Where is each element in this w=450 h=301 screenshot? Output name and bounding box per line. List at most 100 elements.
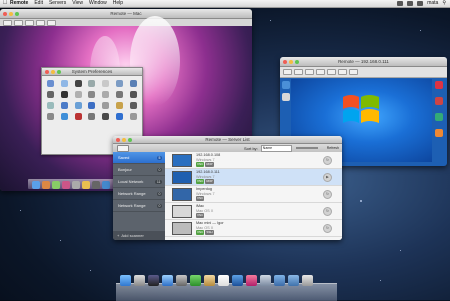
wifi-icon[interactable] — [397, 1, 404, 6]
zoom-slider[interactable] — [295, 147, 318, 149]
toolbar-button[interactable] — [316, 69, 325, 75]
connect-icon[interactable]: ↻ — [323, 156, 332, 165]
app-icon[interactable] — [42, 181, 50, 189]
menu-edit[interactable]: Edit — [34, 0, 43, 7]
parental-icon[interactable] — [47, 113, 55, 120]
app-icon[interactable] — [92, 181, 100, 189]
universal-access-icon[interactable] — [115, 113, 123, 120]
itunes-icon[interactable] — [246, 275, 257, 286]
menu-window[interactable]: Window — [89, 0, 107, 7]
toolbar-button[interactable] — [36, 19, 45, 26]
print-icon[interactable] — [129, 91, 137, 98]
desktop-shortcut-icon[interactable] — [435, 97, 443, 105]
mouse-icon[interactable] — [102, 91, 110, 98]
finder-icon[interactable] — [32, 181, 40, 189]
menu-help[interactable]: Help — [113, 0, 123, 7]
toolbar-button[interactable] — [3, 19, 12, 26]
connect-icon[interactable]: ↻ — [323, 207, 332, 216]
cds-icon[interactable] — [47, 91, 55, 98]
server-row[interactable]: 192.168.0.108 Windows 7 VNC RDP ↻ — [165, 152, 342, 169]
battery-icon[interactable] — [417, 1, 424, 6]
toolbar-button[interactable] — [349, 69, 358, 75]
toolbar-button[interactable] — [327, 69, 336, 75]
trash-icon[interactable] — [302, 275, 313, 286]
datetime-icon[interactable] — [129, 102, 137, 109]
trackpad-icon[interactable] — [115, 91, 123, 98]
displays-icon[interactable] — [61, 91, 69, 98]
connect-icon[interactable]: ↻ — [323, 190, 332, 199]
server-row[interactable]: Mac mini — Igor Mac OS X VNC SSH ↻ — [165, 220, 342, 237]
w7-titlebar[interactable]: Remote — 192.168.0.111 — [280, 57, 447, 67]
menu-view[interactable]: View — [72, 0, 83, 7]
toolbar-button[interactable] — [294, 69, 303, 75]
energy-icon[interactable] — [74, 91, 82, 98]
server-row[interactable]: 192.168.0.111 Windows 7 VNC RDP ▶ — [165, 169, 342, 186]
connect-icon[interactable]: ↻ — [323, 224, 332, 233]
desktop-shortcut-icon[interactable] — [282, 81, 290, 89]
toolbar-button[interactable] — [338, 69, 347, 75]
server-list-titlebar[interactable]: Remote — Server List — [113, 136, 342, 144]
server-row[interactable]: Imperdog Windows 7 VNC ↻ — [165, 186, 342, 203]
mobileme-icon[interactable] — [61, 102, 69, 109]
toolbar-button[interactable] — [305, 69, 314, 75]
mac-window-titlebar[interactable]: Remote — Mac — [0, 9, 252, 19]
sidebar-item-network-range[interactable]: Network Range 0 — [113, 200, 165, 212]
spotlight-icon[interactable]: ⚲ — [442, 0, 446, 7]
toolbar-button[interactable] — [14, 19, 23, 26]
remote-app-icon[interactable] — [232, 275, 243, 286]
language-icon[interactable] — [102, 80, 110, 87]
mail-icon[interactable] — [176, 275, 187, 286]
sidebar-item-saved[interactable]: Saved 5 — [113, 152, 165, 164]
app-icon[interactable] — [72, 181, 80, 189]
launchpad-icon[interactable] — [134, 275, 145, 286]
folder-icon[interactable] — [288, 275, 299, 286]
toolbar-button[interactable] — [47, 19, 56, 26]
app-icon[interactable] — [82, 181, 90, 189]
software-update-icon[interactable] — [61, 113, 69, 120]
folder-icon[interactable] — [274, 275, 285, 286]
mission-control-icon[interactable] — [148, 275, 159, 286]
spotlight-pref-icon[interactable] — [129, 80, 137, 87]
desktop-shortcut-icon[interactable] — [282, 93, 290, 101]
user-name[interactable]: mata — [427, 0, 438, 7]
desktop-shortcut-icon[interactable] — [435, 129, 443, 137]
timemachine-icon[interactable] — [102, 113, 110, 120]
accounts-icon[interactable] — [115, 102, 123, 109]
dock-icon[interactable] — [74, 80, 82, 87]
view-toggle-button[interactable] — [117, 144, 129, 152]
safari-icon[interactable] — [162, 275, 173, 286]
bluetooth-icon[interactable] — [88, 102, 96, 109]
finder-icon[interactable] — [120, 275, 131, 286]
keyboard-icon[interactable] — [88, 91, 96, 98]
expose-icon[interactable] — [88, 80, 96, 87]
desktop-icon[interactable] — [61, 80, 69, 87]
volume-icon[interactable] — [407, 1, 414, 6]
app-icon[interactable] — [52, 181, 60, 189]
other-pref-icon[interactable] — [129, 113, 137, 120]
menu-servers[interactable]: Servers — [49, 0, 66, 7]
prefs-titlebar[interactable]: System Preferences — [42, 68, 142, 76]
contacts-icon[interactable] — [204, 275, 215, 286]
add-scanner-button[interactable]: + Add scanner — [113, 231, 165, 240]
appearance-icon[interactable] — [47, 80, 55, 87]
toolbar-button[interactable] — [25, 19, 34, 26]
app-icon[interactable] — [62, 181, 70, 189]
sort-select[interactable]: Name — [260, 144, 292, 152]
sidebar-item-bonjour[interactable]: Bonjour 0 — [113, 164, 165, 176]
refresh-button[interactable]: Refresh — [327, 146, 339, 150]
security-icon[interactable] — [115, 80, 123, 87]
facetime-icon[interactable] — [190, 275, 201, 286]
apple-icon[interactable]:  — [0, 0, 10, 7]
app-icon[interactable] — [102, 181, 110, 189]
network-icon[interactable] — [74, 102, 82, 109]
startup-icon[interactable] — [88, 113, 96, 120]
toolbar-button[interactable] — [283, 69, 292, 75]
sidebar-item-network-range[interactable]: Network Range 0 — [113, 188, 165, 200]
sound-icon[interactable] — [47, 102, 55, 109]
server-row[interactable]: iMac Mac OS X VNC ↻ — [165, 203, 342, 220]
desktop-shortcut-icon[interactable] — [435, 113, 443, 121]
sidebar-item-local-network[interactable]: Local Network 11 — [113, 176, 165, 188]
preview-icon[interactable] — [260, 275, 271, 286]
speech-icon[interactable] — [74, 113, 82, 120]
desktop-shortcut-icon[interactable] — [435, 81, 443, 89]
